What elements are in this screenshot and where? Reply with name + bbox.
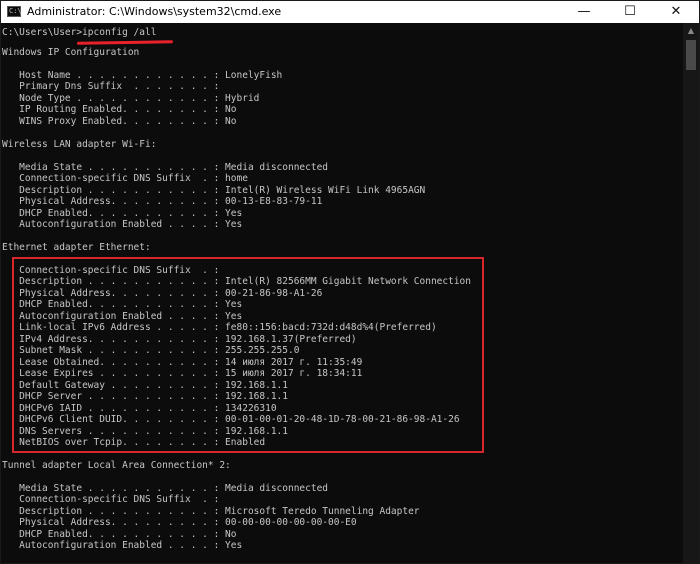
console-line: Connection-specific DNS Suffix . : [2,494,220,505]
command-prompt-line: C:\Users\User>ipconfig /all [2,27,157,38]
cmd-window: C:\ Administrator: C:\Windows\system32\c… [0,0,700,564]
cmd-app-icon: C:\ [7,6,22,17]
console-line: Autoconfiguration Enabled . . . . : Yes [2,219,243,230]
console-line: Description . . . . . . . . . . . : Inte… [2,185,426,196]
close-button[interactable]: ✕ [653,1,699,23]
window-title: Administrator: C:\Windows\system32\cmd.e… [27,5,282,18]
console-line: Wireless LAN adapter Wi-Fi: [2,139,157,150]
scroll-up-arrow-icon[interactable]: ▲ [683,23,699,39]
ethernet-highlight-box [12,257,484,453]
title-bar[interactable]: C:\ Administrator: C:\Windows\system32\c… [1,1,699,23]
console-line: Connection-specific DNS Suffix . : home [2,173,248,184]
console-line: Description . . . . . . . . . . . : Micr… [2,506,420,517]
console-line: Ethernet adapter Ethernet: [2,242,151,253]
maximize-button[interactable]: ☐ [607,1,653,23]
console-line: Media State . . . . . . . . . . . : Medi… [2,483,329,494]
console-line: DHCP Enabled. . . . . . . . . . . : No [2,529,237,540]
console-line: Primary Dns Suffix . . . . . . . : [2,81,220,92]
console-line: Node Type . . . . . . . . . . . . : Hybr… [2,93,260,104]
console-line: WINS Proxy Enabled. . . . . . . . : No [2,116,237,127]
scrollbar-thumb[interactable] [686,40,696,70]
console-line: Physical Address. . . . . . . . . : 00-1… [2,196,323,207]
console-line: Autoconfiguration Enabled . . . . : Yes [2,540,243,551]
console-line: Host Name . . . . . . . . . . . . : Lone… [2,70,283,81]
console-line: Tunnel adapter Local Area Connection* 2: [2,460,231,471]
console-line: Windows IP Configuration [2,47,140,58]
console-line: Media State . . . . . . . . . . . : Medi… [2,162,329,173]
console-line: Physical Address. . . . . . . . . : 00-0… [2,517,357,528]
console-line: IP Routing Enabled. . . . . . . . : No [2,104,237,115]
minimize-button[interactable]: — [561,1,607,23]
console-line: DHCP Enabled. . . . . . . . . . . : Yes [2,208,243,219]
vertical-scrollbar[interactable]: ▲ [683,23,699,563]
